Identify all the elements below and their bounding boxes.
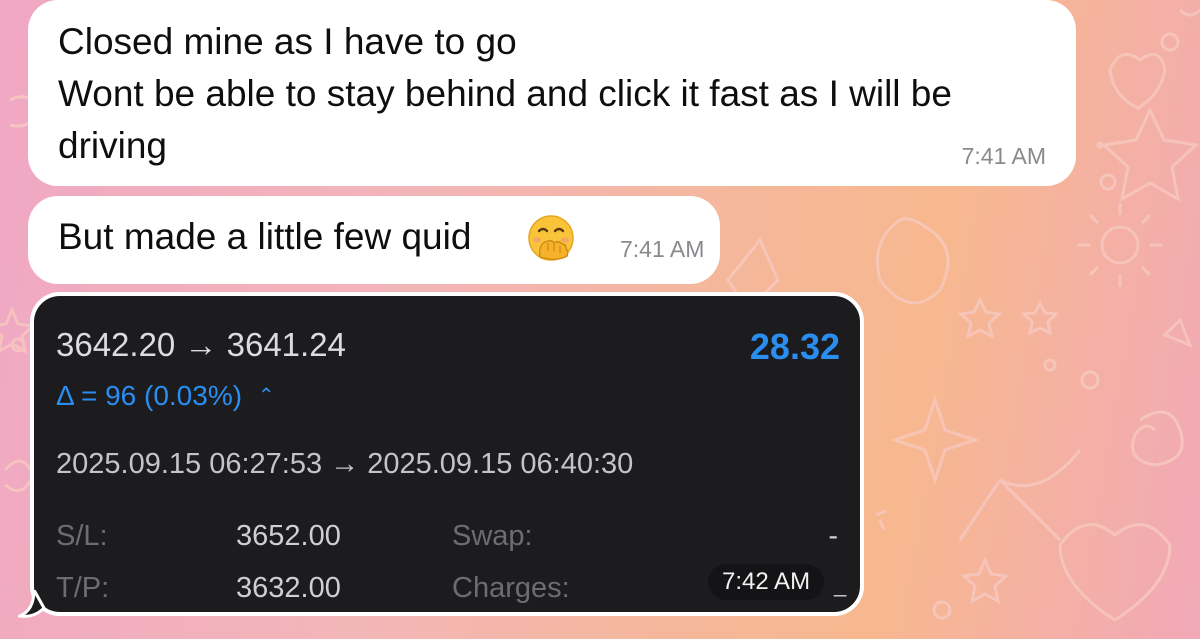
trade-card-bubble[interactable]: 3642.20 → 3641.24 28.32 Δ = 96 (0.03%) ⌃…: [30, 292, 864, 616]
message-timestamp: 7:41 AM: [961, 143, 1046, 169]
take-profit-label: T/P:: [56, 572, 110, 604]
stop-loss-value: 3652.00: [236, 520, 341, 552]
message-line-3: driving: [58, 125, 167, 166]
price-range: 3642.20 → 3641.24: [56, 326, 346, 363]
take-profit-value: 3632.00: [236, 572, 341, 604]
stop-loss-label: S/L:: [56, 520, 108, 552]
profit-value: 28.32: [749, 326, 840, 367]
delta-toggle[interactable]: Δ = 96 (0.03%) ⌃: [56, 380, 275, 412]
swap-label: Swap:: [452, 520, 533, 552]
message-timestamp: 7:41 AM: [620, 236, 705, 262]
charges-label: Charges:: [452, 572, 570, 604]
bubble-tail: [18, 590, 46, 618]
delta-text: Δ = 96 (0.03%): [56, 380, 243, 411]
message-line-2: Wont be able to stay behind and click it…: [58, 73, 952, 114]
date-range: 2025.09.15 06:27:53 → 2025.09.15 06:40:3…: [56, 448, 634, 480]
message-timestamp: 7:42 AM: [708, 564, 825, 600]
message-text: But made a little few quid: [58, 216, 472, 257]
chevron-up-icon: ⌃: [257, 385, 275, 407]
swap-value: -: [828, 520, 838, 552]
cursor-underscore: _: [834, 572, 847, 597]
message-text: Closed mine as I have to go Wont be able…: [58, 16, 1046, 172]
message-line-1: Closed mine as I have to go: [58, 21, 517, 62]
message-bubble-closed[interactable]: Closed mine as I have to go Wont be able…: [28, 0, 1076, 186]
message-bubble-quid[interactable]: But made a little few quid 7:41 AM: [28, 196, 720, 284]
face-with-hand-over-mouth-icon: [528, 215, 574, 261]
